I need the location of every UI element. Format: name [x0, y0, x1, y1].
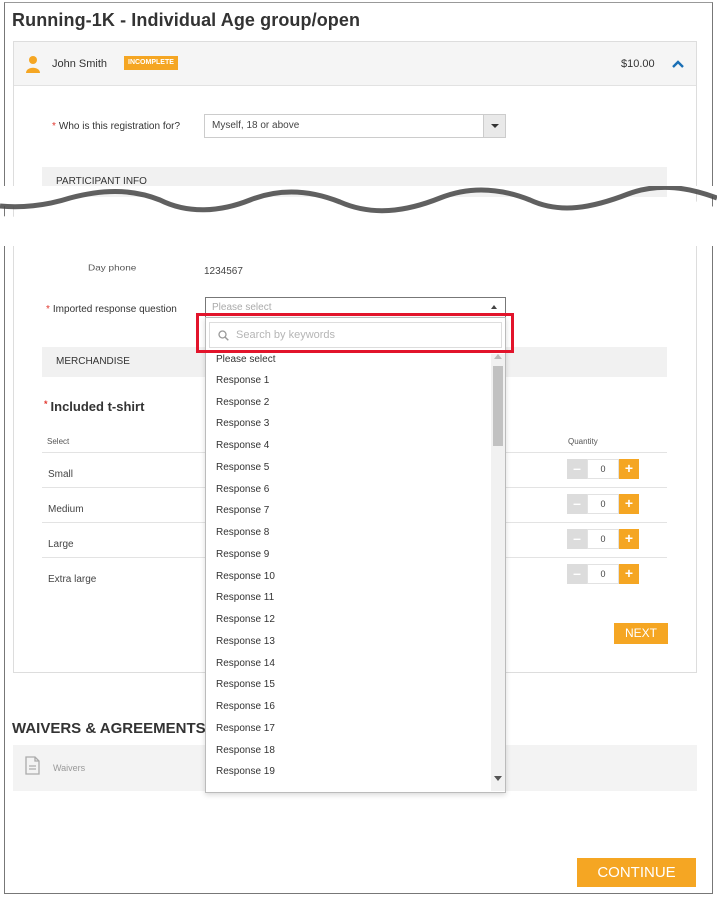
day-phone-value: 1234567	[204, 266, 243, 277]
scroll-down-icon[interactable]	[494, 776, 502, 781]
plus-button[interactable]: +	[619, 564, 639, 584]
minus-button[interactable]: –	[567, 564, 587, 584]
size-label: Extra large	[48, 574, 97, 585]
dropdown-options: Please select Response 1 Response 2 Resp…	[206, 354, 491, 792]
dropdown-option[interactable]: Response 19	[216, 766, 275, 777]
page-tear-divider	[0, 186, 717, 246]
person-icon	[26, 56, 40, 73]
registration-for-select[interactable]: Myself, 18 or above	[204, 114, 506, 138]
scroll-up-icon[interactable]	[494, 354, 502, 359]
quantity-stepper: – 0 +	[567, 494, 642, 514]
dropdown-option[interactable]: Response 5	[216, 462, 269, 473]
dropdown-option[interactable]: Response 15	[216, 679, 275, 690]
page-title: Running-1K - Individual Age group/open	[12, 10, 361, 30]
dropdown-option[interactable]: Response 12	[216, 614, 275, 625]
dropdown-option[interactable]: Response 17	[216, 723, 275, 734]
dropdown-option[interactable]: Response 6	[216, 484, 269, 495]
size-label: Large	[48, 539, 74, 550]
quantity-stepper: – 0 +	[567, 564, 642, 584]
registration-for-label: * Who is this registration for?	[52, 121, 181, 132]
day-phone-label: Day phone	[88, 264, 137, 273]
dropdown-option[interactable]: Response 18	[216, 745, 275, 756]
continue-button[interactable]: CONTINUE	[577, 858, 696, 887]
size-label: Medium	[48, 504, 84, 515]
chevron-up-icon	[491, 305, 497, 309]
plus-button[interactable]: +	[619, 494, 639, 514]
imported-question-dropdown: Please select Response 1 Response 2 Resp…	[205, 317, 506, 793]
quantity-stepper: – 0 +	[567, 459, 642, 479]
participant-price: $10.00	[621, 58, 655, 70]
dropdown-option[interactable]: Response 13	[216, 636, 275, 647]
next-button[interactable]: NEXT	[614, 623, 668, 644]
dropdown-option[interactable]: Response 4	[216, 440, 269, 451]
quantity-value[interactable]: 0	[587, 564, 619, 584]
status-badge: INCOMPLETE	[124, 56, 178, 70]
dropdown-option[interactable]: Response 10	[216, 571, 275, 582]
quantity-value[interactable]: 0	[587, 459, 619, 479]
tshirt-title: * Included t-shirt	[44, 399, 145, 414]
chevron-up-icon[interactable]	[672, 59, 684, 69]
minus-button[interactable]: –	[567, 459, 587, 479]
minus-button[interactable]: –	[567, 494, 587, 514]
waivers-label: Waivers	[53, 763, 86, 773]
col-quantity-header: Quantity	[568, 437, 598, 446]
participant-name: John Smith	[52, 58, 108, 70]
dropdown-option[interactable]: Response 14	[216, 658, 275, 669]
plus-button[interactable]: +	[619, 459, 639, 479]
document-icon	[25, 756, 40, 775]
minus-button[interactable]: –	[567, 529, 587, 549]
quantity-value[interactable]: 0	[587, 494, 619, 514]
dropdown-option[interactable]: Response 16	[216, 701, 275, 712]
dropdown-option[interactable]: Response 2	[216, 397, 269, 408]
dropdown-option[interactable]: Response 3	[216, 418, 269, 429]
scrollbar-thumb[interactable]	[493, 366, 503, 446]
dropdown-option[interactable]: Response 11	[216, 592, 274, 603]
chevron-down-icon	[483, 115, 505, 137]
dropdown-option[interactable]: Response 1	[216, 375, 269, 386]
dropdown-option[interactable]: Response 7	[216, 505, 269, 516]
quantity-stepper: – 0 +	[567, 529, 642, 549]
dropdown-scrollbar[interactable]	[491, 354, 505, 791]
dropdown-option[interactable]: Response 9	[216, 549, 269, 560]
waivers-title: WAIVERS & AGREEMENTS	[12, 720, 206, 737]
participant-header[interactable]: John Smith INCOMPLETE $10.00	[14, 42, 696, 86]
col-select-header: Select	[47, 437, 70, 446]
dropdown-option[interactable]: Please select	[216, 354, 275, 365]
dropdown-option[interactable]: Response 8	[216, 527, 269, 538]
plus-button[interactable]: +	[619, 529, 639, 549]
size-label: Small	[48, 469, 74, 480]
imported-question-label: * Imported response question	[46, 304, 177, 315]
search-highlight-box	[196, 313, 514, 353]
quantity-value[interactable]: 0	[587, 529, 619, 549]
